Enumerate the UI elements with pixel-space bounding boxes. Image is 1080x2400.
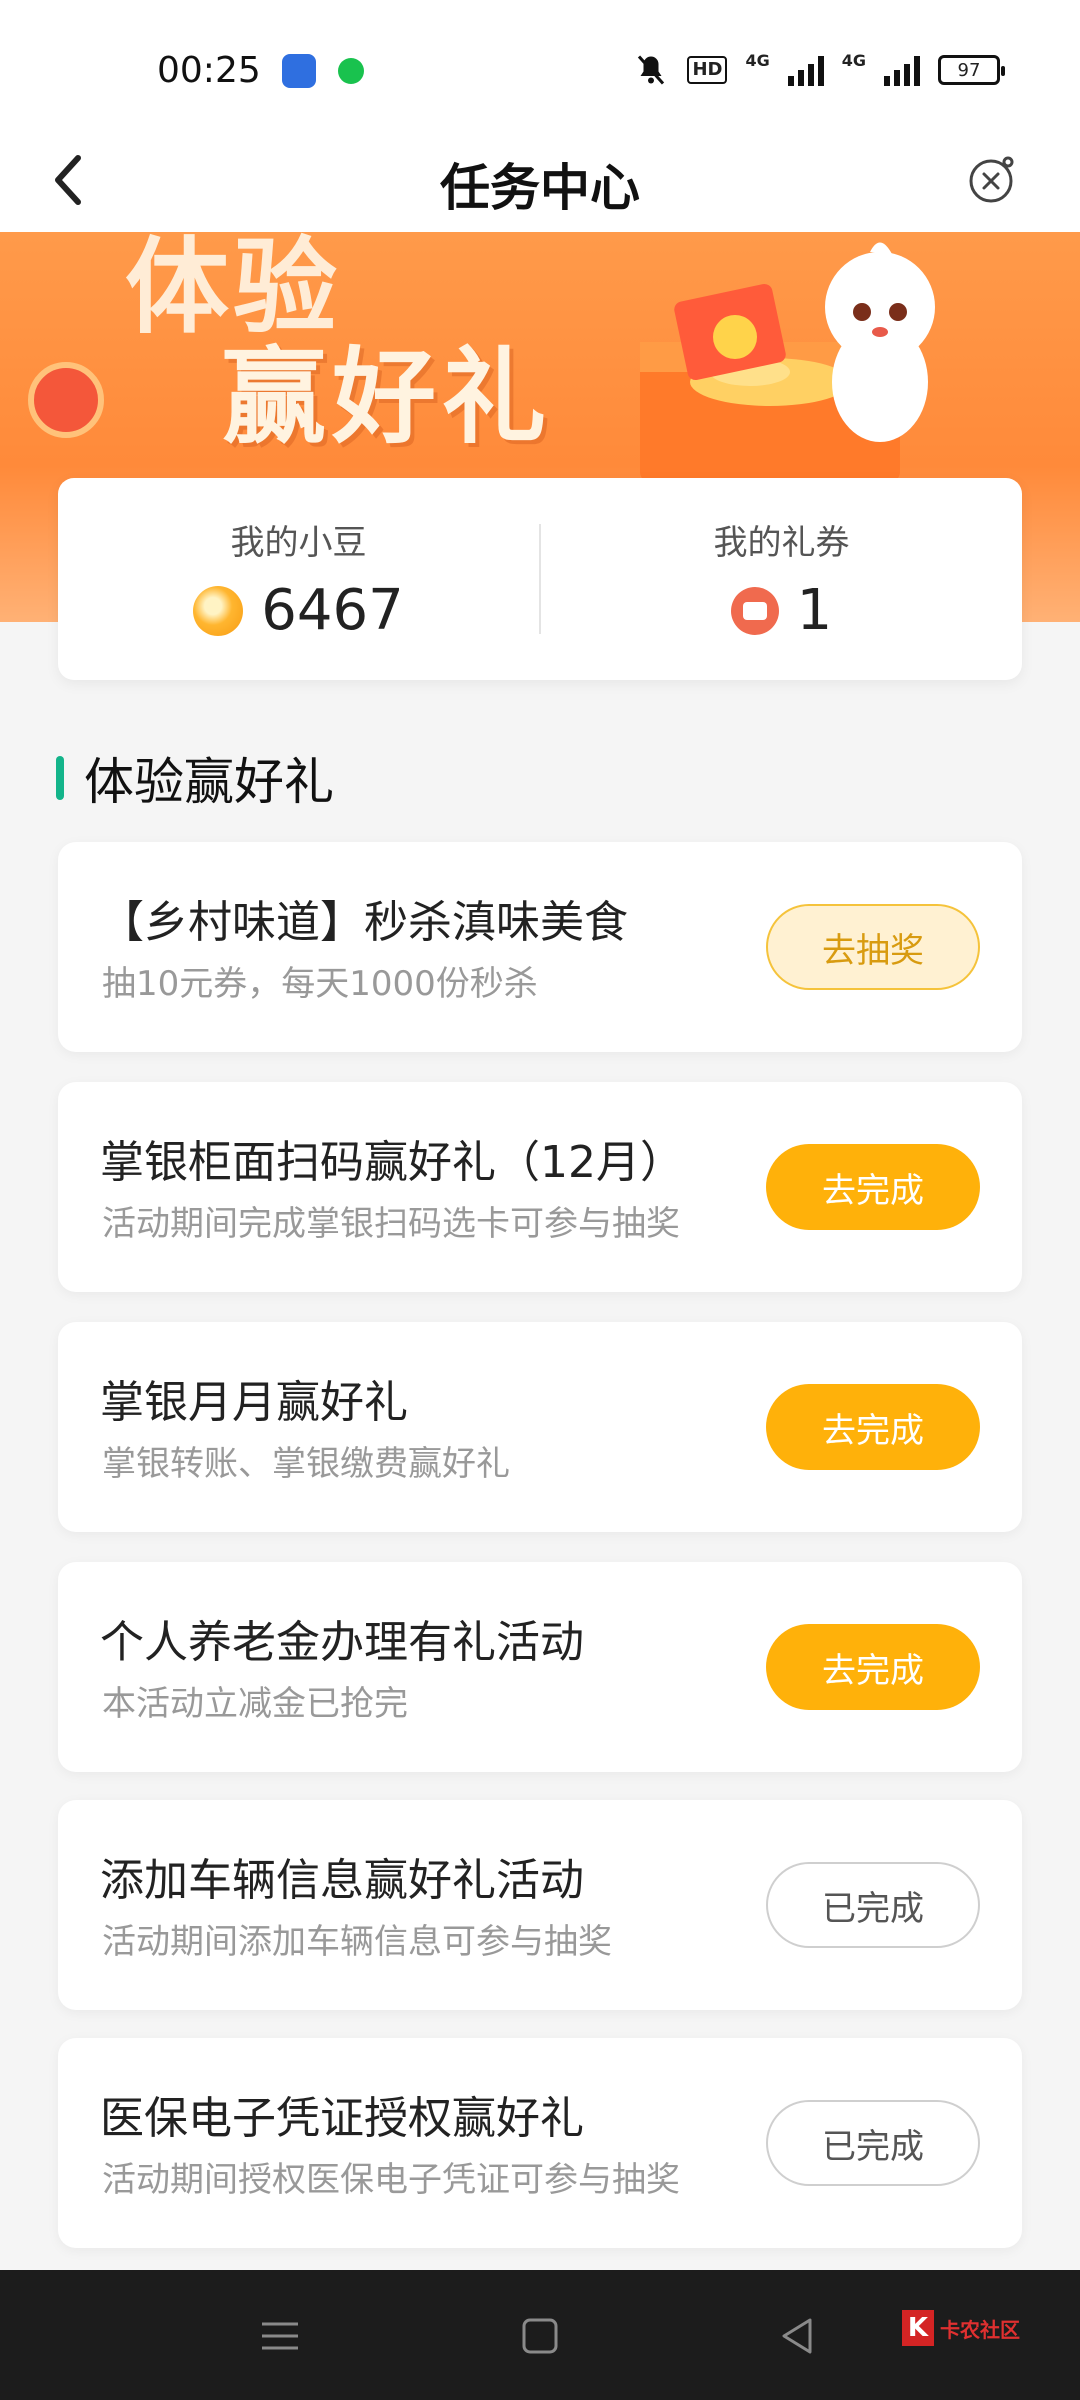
completed-button[interactable]: 已完成 [766, 2100, 980, 2186]
signal-icon-1 [787, 54, 824, 86]
task-title: 【乡村味道】秒杀滇味美食 [100, 897, 628, 948]
section-header: 体验赢好礼 [56, 742, 334, 814]
battery-level: 97 [957, 59, 981, 81]
signal-icon-2 [884, 54, 920, 86]
beans-value: 6467 [261, 578, 404, 643]
battery-icon: 97 [938, 55, 1005, 85]
task-subtitle: 掌银转账、掌银缴费赢好礼 [102, 1444, 510, 1484]
section-title: 体验赢好礼 [84, 753, 334, 811]
task-title: 医保电子凭证授权赢好礼 [100, 2093, 584, 2144]
system-nav-bar: K 卡农社区 [0, 2270, 1080, 2400]
task-subtitle: 活动期间授权医保电子凭证可参与抽奖 [102, 2160, 680, 2200]
bell-muted-icon [638, 55, 665, 85]
balance-card: 我的小豆 6467 我的礼券 1 [58, 478, 1022, 680]
task-card[interactable]: 掌银月月赢好礼 掌银转账、掌银缴费赢好礼 去完成 [58, 1322, 1022, 1532]
coupons-value: 1 [796, 578, 833, 643]
home-icon[interactable] [512, 2308, 568, 2364]
status-icons: HD 4G 4G 97 [633, 50, 1005, 88]
task-title: 添加车辆信息赢好礼活动 [100, 1855, 584, 1906]
coupons-stat[interactable]: 我的礼券 1 [541, 515, 1022, 643]
task-card[interactable]: 添加车辆信息赢好礼活动 活动期间添加车辆信息可参与抽奖 已完成 [58, 1800, 1022, 2010]
task-card[interactable]: 医保电子凭证授权赢好礼 活动期间授权医保电子凭证可参与抽奖 已完成 [58, 2038, 1022, 2248]
menu-icon[interactable] [252, 2308, 308, 2364]
lottery-button[interactable]: 去抽奖 [766, 904, 980, 990]
task-title: 掌银柜面扫码赢好礼（12月） [100, 1137, 684, 1188]
red-envelope-icon [28, 362, 104, 438]
status-bar: 00:25 HD 4G 4G 97 [0, 0, 1080, 130]
navbar: 任务中心 [0, 130, 1080, 232]
network-type-1: 4G [745, 50, 770, 70]
page-title: 任务中心 [440, 159, 640, 217]
complete-task-button[interactable]: 去完成 [766, 1144, 980, 1230]
task-subtitle: 活动期间添加车辆信息可参与抽奖 [102, 1922, 612, 1962]
mascot-gift-illustration [640, 242, 935, 482]
completed-button[interactable]: 已完成 [766, 1862, 980, 1948]
task-subtitle: 抽10元券，每天1000份秒杀 [102, 964, 538, 1004]
status-time: 00:25 [157, 50, 261, 91]
close-icon[interactable] [958, 148, 1024, 214]
task-subtitle: 本活动立减金已抢完 [102, 1684, 408, 1724]
coupon-icon [730, 586, 779, 635]
beans-stat[interactable]: 我的小豆 6467 [58, 515, 539, 643]
section-accent-bar [56, 756, 64, 800]
watermark: K 卡农社区 [902, 2310, 1020, 2346]
baidu-app-icon [282, 54, 316, 88]
task-subtitle: 活动期间完成掌银扫码选卡可参与抽奖 [102, 1204, 680, 1244]
beans-label: 我的小豆 [230, 523, 367, 563]
back-triangle-icon[interactable] [770, 2308, 826, 2364]
network-type-2: 4G [841, 50, 866, 70]
coupons-label: 我的礼券 [713, 523, 850, 563]
hd-voice-icon: HD [687, 56, 728, 84]
task-card[interactable]: 掌银柜面扫码赢好礼（12月） 活动期间完成掌银扫码选卡可参与抽奖 去完成 [58, 1082, 1022, 1292]
chat-app-icon [338, 58, 364, 84]
complete-task-button[interactable]: 去完成 [766, 1384, 980, 1470]
watermark-logo-icon: K [902, 2310, 934, 2346]
task-card[interactable]: 【乡村味道】秒杀滇味美食 抽10元券，每天1000份秒杀 去抽奖 [58, 842, 1022, 1052]
watermark-text: 卡农社区 [940, 2317, 1020, 2342]
complete-task-button[interactable]: 去完成 [766, 1624, 980, 1710]
bean-coin-icon [193, 585, 244, 636]
task-title: 个人养老金办理有礼活动 [100, 1617, 584, 1668]
task-card[interactable]: 个人养老金办理有礼活动 本活动立减金已抢完 去完成 [58, 1562, 1022, 1772]
banner-headline-2: 赢好礼 [222, 336, 553, 458]
task-title: 掌银月月赢好礼 [100, 1377, 408, 1428]
